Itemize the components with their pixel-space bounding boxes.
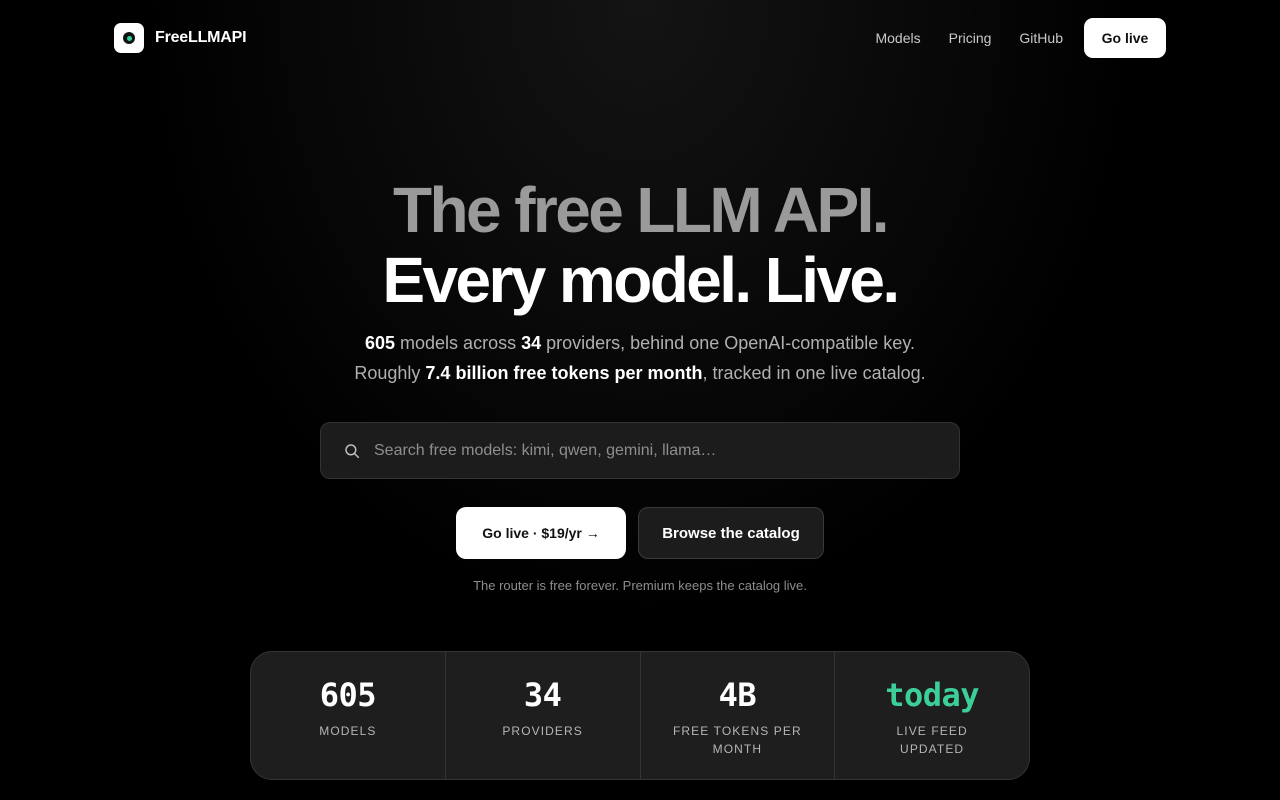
brand-name: FreeLLMAPI bbox=[155, 29, 247, 46]
stat-value: 605 bbox=[319, 676, 377, 714]
go-live-button[interactable]: Go live · $19/yr → bbox=[456, 507, 626, 559]
hero-subtitle-line-1: 605 models across 34 providers, behind o… bbox=[364, 333, 915, 353]
browse-catalog-button[interactable]: Browse the catalog bbox=[638, 507, 824, 559]
brand-logo-icon bbox=[114, 23, 144, 53]
go-live-nav-button[interactable]: Go live bbox=[1084, 18, 1166, 58]
search-input[interactable] bbox=[374, 423, 959, 478]
tokens-highlight: 7.4 billion free tokens per month bbox=[425, 363, 703, 383]
models-count: 605 bbox=[364, 333, 396, 353]
stat-value: today bbox=[885, 676, 980, 714]
providers-count: 34 bbox=[521, 333, 542, 353]
stat-value: 4B bbox=[718, 676, 757, 714]
nav-links: Models Pricing GitHub Go live bbox=[875, 18, 1166, 58]
hero-title-line-2: Every model. Live. bbox=[382, 244, 900, 316]
nav-link-github[interactable]: GitHub bbox=[1019, 30, 1063, 46]
stat-value: 34 bbox=[523, 676, 562, 714]
stat-free-tokens: 4B Free tokens per month bbox=[639, 652, 835, 779]
brand[interactable]: FreeLLMAPI bbox=[114, 23, 247, 53]
router-note: The router is free forever. Premium keep… bbox=[473, 578, 807, 593]
stat-models: 605 Models bbox=[251, 652, 445, 779]
stat-label: Live feed updated bbox=[896, 724, 968, 756]
landing-page: FreeLLMAPI Models Pricing GitHub Go live… bbox=[0, 0, 1280, 800]
search-icon bbox=[345, 443, 360, 458]
search-bar[interactable] bbox=[320, 422, 960, 479]
top-nav: FreeLLMAPI Models Pricing GitHub Go live bbox=[114, 18, 1166, 58]
nav-link-pricing[interactable]: Pricing bbox=[949, 30, 992, 46]
stat-label: Models bbox=[319, 724, 377, 738]
stat-providers: 34 Providers bbox=[444, 652, 640, 779]
nav-link-models[interactable]: Models bbox=[875, 30, 920, 46]
hero-title-line-1: The free LLM API. bbox=[393, 174, 890, 246]
stat-live-feed: today Live feed updated bbox=[834, 652, 1029, 779]
stats-panel: 605 Models 34 Providers 4B Free tokens p… bbox=[250, 651, 1030, 780]
stat-label: Providers bbox=[502, 724, 583, 738]
hero-subtitle-line-2: Roughly 7.4 billion free tokens per mont… bbox=[354, 363, 926, 383]
stat-label: Free tokens per month bbox=[672, 724, 802, 756]
